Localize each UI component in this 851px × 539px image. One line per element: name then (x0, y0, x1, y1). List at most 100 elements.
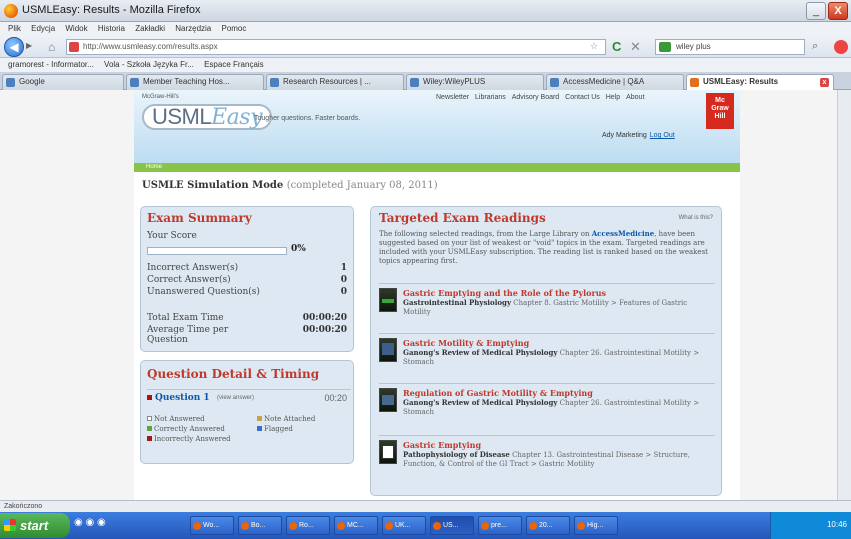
close-button[interactable]: X (828, 2, 848, 20)
summary-row-value: 00:00:20 (302, 313, 347, 323)
task-label: US... (443, 522, 459, 529)
menu-file[interactable]: Plik (8, 22, 21, 36)
link-about[interactable]: About (626, 94, 644, 101)
menu-help[interactable]: Pomoc (221, 22, 246, 36)
link-help[interactable]: Help (606, 94, 620, 101)
summary-row-label: Correct Answer(s) (147, 275, 231, 285)
whats-this-link[interactable]: What is this? (679, 215, 713, 221)
legend-incorrectly-answered: Incorrectly Answered (147, 435, 231, 443)
tab-research-resources[interactable]: Research Resources | ... (266, 74, 404, 90)
task-label: UK... (395, 522, 411, 529)
tab-member-teaching[interactable]: Member Teaching Hos... (126, 74, 264, 90)
menu-bookmarks[interactable]: Zakładki (135, 22, 165, 36)
taskbar-item[interactable]: MC... (334, 516, 378, 535)
task-icon (577, 522, 585, 530)
status-bar: Zakończono (0, 500, 851, 512)
clock[interactable]: 10:46 (827, 520, 847, 529)
reload-icon[interactable]: C (612, 39, 621, 54)
tab-accessmedicine[interactable]: AccessMedicine | Q&A (546, 74, 684, 90)
minimize-button[interactable]: _ (806, 2, 826, 20)
reading-title-link[interactable]: Gastric Motility & Emptying (403, 338, 529, 348)
url-input[interactable]: http://www.usmleasy.com/results.aspx (66, 39, 606, 55)
top-links: Newsletter Librarians Advisory Board Con… (432, 94, 644, 101)
question-label: Question 1 (155, 393, 210, 403)
bookmark-item[interactable]: Vola - Szkoła Języka Fr... (104, 58, 194, 72)
link-librarians[interactable]: Librarians (475, 94, 506, 101)
tab-favicon-icon (130, 78, 139, 87)
taskbar-item[interactable]: UK... (382, 516, 426, 535)
tab-label: Wiley:WileyPLUS (423, 77, 486, 86)
menu-bar: Plik Edycja Widok Historia Zakładki Narz… (0, 22, 851, 36)
summary-row-value: 00:00:20 (302, 325, 347, 335)
task-label: pre... (491, 522, 507, 529)
tab-label: Google (19, 77, 45, 86)
correct-swatch-icon (147, 426, 152, 431)
taskbar-item[interactable]: Hig... (574, 516, 618, 535)
reading-source: Ganong's Review of Medical Physiology Ch… (403, 348, 715, 367)
bookmark-item[interactable]: gramorest - Informator... (8, 58, 94, 72)
back-button[interactable]: ◀ (4, 37, 24, 57)
task-icon (433, 522, 441, 530)
site-header: McGraw-Hill's USMLEasy Tougher questions… (134, 90, 740, 163)
bookmark-star-icon[interactable]: ☆ (590, 41, 598, 52)
question-link[interactable]: Question 1 (147, 393, 210, 403)
cover-stripe (382, 299, 394, 303)
taskbar-item-active[interactable]: US... (430, 516, 474, 535)
menu-edit[interactable]: Edycja (31, 22, 55, 36)
page-title: USMLE Simulation Mode (completed January… (142, 180, 438, 191)
task-icon (241, 522, 249, 530)
reading-title-link[interactable]: Gastric Emptying (403, 440, 481, 450)
firefox-icon (4, 4, 18, 18)
home-icon[interactable]: ⌂ (48, 40, 55, 54)
link-advisory-board[interactable]: Advisory Board (512, 94, 559, 101)
forward-button[interactable]: ▶ (26, 41, 46, 53)
legend-label: Correctly Answered (154, 425, 225, 433)
addon-icon[interactable] (834, 40, 848, 54)
note-attached-swatch-icon (257, 416, 262, 421)
logout-link[interactable]: Log Out (650, 132, 675, 139)
summary-row-label: Incorrect Answer(s) (147, 263, 239, 273)
targeted-readings-panel: Targeted Exam Readings What is this? The… (370, 206, 722, 496)
home-link[interactable]: Home (146, 163, 162, 172)
reading-title-link[interactable]: Gastric Emptying and the Role of the Pyl… (403, 288, 606, 298)
link-contact-us[interactable]: Contact Us (565, 94, 600, 101)
tab-wiley[interactable]: Wiley:WileyPLUS (406, 74, 544, 90)
close-tab-icon[interactable]: x (820, 78, 829, 87)
reading-item: Regulation of Gastric Motility & Emptyin… (379, 383, 715, 429)
tab-favicon-icon (6, 78, 15, 87)
reading-item: Gastric Emptying and the Role of the Pyl… (379, 283, 715, 327)
search-engine-icon[interactable] (659, 42, 671, 52)
start-button[interactable]: start (0, 513, 70, 538)
usmleasy-logo[interactable]: USMLEasy (142, 104, 273, 130)
summary-row-label: Unanswered Question(s) (147, 287, 260, 297)
taskbar-item[interactable]: Bo... (238, 516, 282, 535)
intro-text: The following selected readings, from th… (379, 230, 590, 238)
menu-history[interactable]: Historia (98, 22, 125, 36)
question-row: Question 1 (view answer) 00:20 (147, 389, 351, 409)
menu-tools[interactable]: Narzędzia (175, 22, 211, 36)
book-cover-icon (379, 388, 397, 412)
accessmedicine-link[interactable]: AccessMedicine (592, 229, 655, 238)
task-icon (385, 522, 393, 530)
bookmark-item[interactable]: Espace Français (204, 58, 264, 72)
taskbar-item[interactable]: 20... (526, 516, 570, 535)
user-links: Ady Marketing Log Out (602, 132, 675, 139)
tab-google[interactable]: Google (2, 74, 124, 90)
page-viewport: McGraw-Hill's USMLEasy Tougher questions… (0, 90, 851, 500)
tab-usmleasy-results[interactable]: USMLEasy: Results x (686, 74, 834, 90)
view-answer-link[interactable]: (view answer) (217, 395, 254, 401)
vertical-scrollbar[interactable] (837, 90, 851, 500)
taskbar-item[interactable]: pre... (478, 516, 522, 535)
reading-title-link[interactable]: Regulation of Gastric Motility & Emptyin… (403, 388, 593, 398)
menu-view[interactable]: Widok (65, 22, 87, 36)
taskbar-item[interactable]: Ro... (286, 516, 330, 535)
search-icon[interactable]: ⌕ (812, 40, 818, 53)
taskbar-item[interactable]: Wo... (190, 516, 234, 535)
cover-stripe (382, 445, 394, 459)
stop-icon[interactable]: ✕ (630, 39, 641, 55)
book-cover-icon (379, 288, 397, 312)
search-input[interactable]: wiley plus (655, 39, 805, 55)
summary-row: Unanswered Question(s) (147, 287, 267, 297)
link-newsletter[interactable]: Newsletter (436, 94, 469, 101)
task-label: Wo... (203, 522, 220, 529)
